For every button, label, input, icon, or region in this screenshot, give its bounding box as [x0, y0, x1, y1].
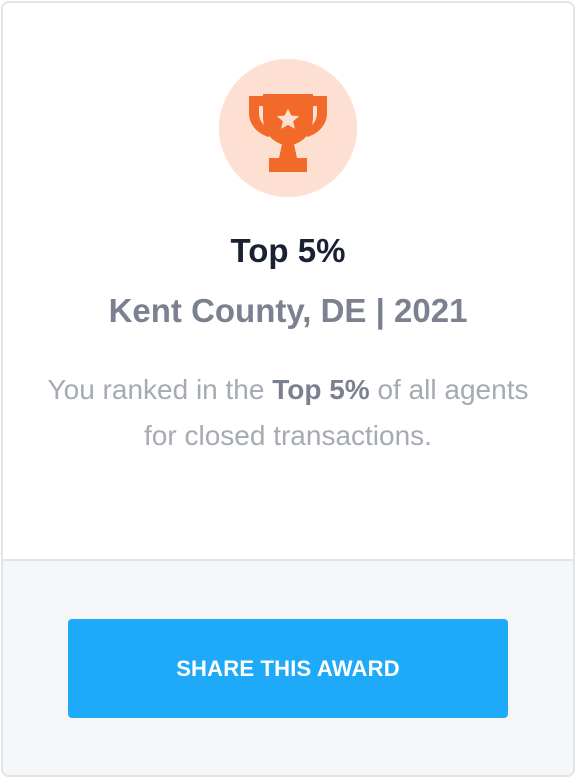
trophy-icon	[219, 59, 357, 197]
award-badge	[219, 59, 357, 197]
award-details: Top 5% Kent County, DE | 2021 You ranked…	[3, 3, 573, 561]
description-emphasis: Top 5%	[272, 374, 370, 405]
award-card: Top 5% Kent County, DE | 2021 You ranked…	[1, 1, 575, 777]
share-award-button[interactable]: SHARE THIS AWARD	[68, 619, 508, 718]
award-location-year: Kent County, DE | 2021	[108, 292, 468, 329]
share-footer: SHARE THIS AWARD	[3, 561, 573, 775]
award-title: Top 5%	[230, 232, 346, 269]
award-description: You ranked in the Top 5% of all agents f…	[43, 367, 533, 459]
description-prefix: You ranked in the	[47, 374, 273, 405]
